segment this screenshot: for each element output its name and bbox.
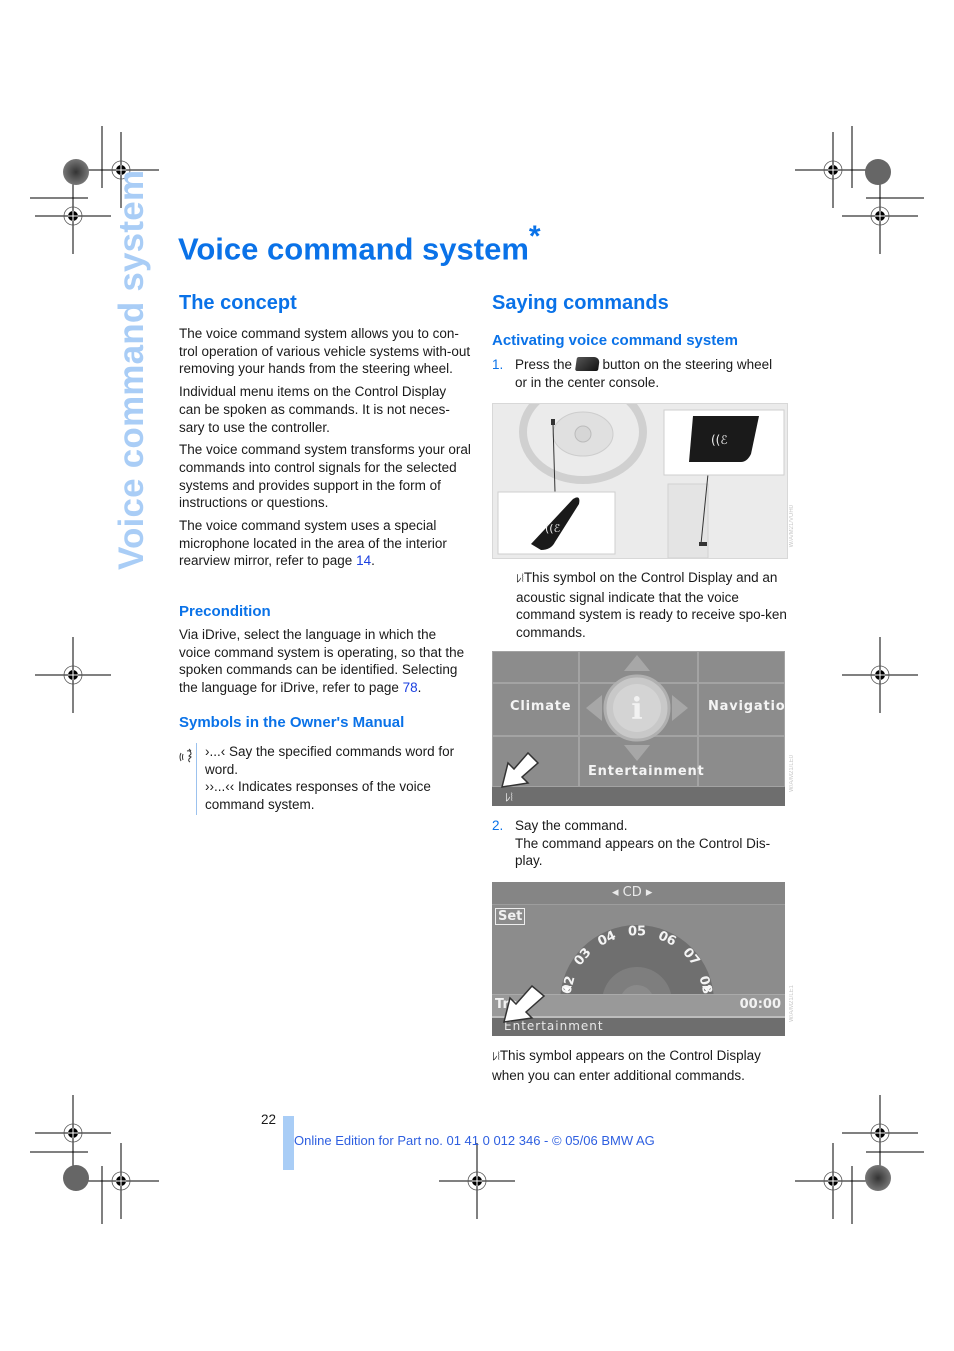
- crop-mark-icon: [34, 636, 112, 714]
- symbol-note-ready: ﾚ⦚This symbol on the Control Display and…: [516, 569, 788, 642]
- symbol-note-text: This symbol on the Control Display and a…: [516, 570, 787, 641]
- precondition-paragraph: Via iDrive, select the language in which…: [179, 626, 471, 697]
- step-2: 2. Say the command. The command appears o…: [492, 817, 787, 868]
- crop-mark-icon: [34, 177, 112, 255]
- figure-code: W/A/M21/LE0: [789, 755, 795, 793]
- command-marks: ›...‹: [205, 744, 226, 759]
- menu-label-climate: Climate: [510, 699, 572, 714]
- symbol-note-text: This symbol appears on the Control Displ…: [492, 1048, 761, 1083]
- step-text: Press the button on the steering wheel o…: [515, 356, 785, 391]
- crop-mark-icon: [82, 1142, 160, 1220]
- symbol-note-additional: ﾚ⦚This symbol appears on the Control Dis…: [492, 1047, 786, 1084]
- concept-paragraph: The voice command system allows you to c…: [179, 326, 471, 377]
- page-link-14[interactable]: 14: [356, 553, 371, 568]
- activating-heading: Activating voice command system: [492, 332, 738, 349]
- svg-text:i: i: [631, 692, 642, 727]
- concept-heading: The concept: [179, 292, 297, 314]
- symbols-box: ›...‹ Say the specified commands word fo…: [179, 743, 469, 815]
- step-number: 1.: [492, 357, 504, 372]
- crop-mark-icon: [841, 177, 919, 255]
- track-time: 00:00: [739, 997, 781, 1012]
- svg-text:((ℰ: ((ℰ: [545, 522, 561, 535]
- step-number: 2.: [492, 818, 504, 833]
- voice-command-icon: [179, 748, 192, 763]
- concept-paragraph: The voice command system transforms your…: [179, 442, 471, 511]
- step-text: Say the command. The command appears on t…: [515, 817, 785, 870]
- step-text-before: Press the: [515, 357, 576, 372]
- period: .: [371, 553, 375, 569]
- steering-wheel-illustration: ((ℰ ((ℰ: [493, 404, 787, 558]
- crop-mark-icon: [438, 1142, 516, 1220]
- crop-mark-icon: [841, 636, 919, 714]
- voice-button-icon: [574, 357, 600, 371]
- step-subtext: The command appears on the Control Dis-p…: [515, 835, 771, 869]
- voice-additional-icon: ﾚ⦚: [492, 1051, 500, 1063]
- voice-ready-icon: ﾚ⦚: [516, 573, 524, 585]
- edition-notice: Online Edition for Part no. 01 41 0 012 …: [294, 1133, 655, 1148]
- color-bar-icon: [63, 159, 89, 185]
- page-number: 22: [261, 1112, 277, 1127]
- cd-track-figure: ◂ CD ▸ Set 02 03 04 05 06 07 08 Tra 00:00 Ente…: [492, 882, 785, 1036]
- response-marks: ››...‹‹: [205, 779, 235, 795]
- info-controller-icon: i: [586, 655, 688, 761]
- crop-mark-icon: [794, 1142, 872, 1220]
- symbol-description: ›...‹ Say the specified commands word fo…: [205, 743, 469, 814]
- idrive-menu-figure: i Climate Navigation Entertainment ﾚ⦚: [492, 651, 785, 806]
- footer-accent-bar: [283, 1116, 294, 1170]
- color-bar-icon: [865, 1165, 891, 1191]
- figure-code: W/A/M21/LE1: [789, 985, 795, 1023]
- voice-ready-icon: ﾚ⦚: [505, 792, 513, 804]
- saying-commands-heading: Saying commands: [492, 292, 669, 314]
- cd-header-label: CD: [622, 885, 642, 900]
- command-marks-explanation: Say the specified commands word for word…: [205, 744, 455, 777]
- color-bar-icon: [63, 1165, 89, 1191]
- page-link-78[interactable]: 78: [403, 680, 418, 695]
- optional-equipment-mark: *: [528, 220, 541, 253]
- set-button[interactable]: Set: [495, 908, 526, 925]
- figure-code: W/A/M21/VUH0: [789, 505, 795, 548]
- symbol-divider: [196, 743, 197, 815]
- menu-label-entertainment: Entertainment: [588, 764, 705, 779]
- side-chapter-title: Voice command system: [112, 169, 151, 570]
- page-title-text: Voice command system: [178, 231, 529, 267]
- cd-header: ◂ CD ▸: [612, 885, 653, 900]
- crop-mark-icon: [794, 131, 872, 209]
- menu-label-navigation: Navigation: [708, 699, 785, 714]
- crop-mark-icon: [34, 1094, 112, 1172]
- concept-section: The voice command system allows you to c…: [179, 325, 471, 570]
- concept-paragraph: Individual menu items on the Control Dis…: [179, 384, 450, 435]
- step-1: 1. Press the button on the steering whee…: [492, 356, 787, 390]
- period: .: [417, 680, 422, 696]
- microphone-text: The voice command system uses a special …: [179, 518, 447, 569]
- color-bar-icon: [865, 159, 891, 185]
- menu-cell: [698, 736, 785, 787]
- menu-cell: [492, 651, 579, 683]
- track-number[interactable]: 05: [628, 925, 646, 940]
- symbols-heading: Symbols in the Owner's Manual: [179, 714, 405, 731]
- steering-wheel-figure: ((ℰ ((ℰ: [492, 403, 788, 559]
- svg-text:((ℰ: ((ℰ: [711, 433, 728, 447]
- microphone-paragraph: The voice command system uses a special …: [179, 517, 471, 570]
- menu-cell: [698, 651, 785, 683]
- pointer-arrow-icon: [503, 984, 546, 1023]
- response-marks-explanation: Indicates responses of the voice command…: [205, 779, 431, 813]
- step-text-main: Say the command.: [515, 818, 628, 833]
- precondition-heading: Precondition: [179, 603, 271, 620]
- crop-mark-icon: [841, 1094, 919, 1172]
- page-title: Voice command system*: [178, 220, 541, 267]
- pointer-arrow-icon: [500, 751, 540, 788]
